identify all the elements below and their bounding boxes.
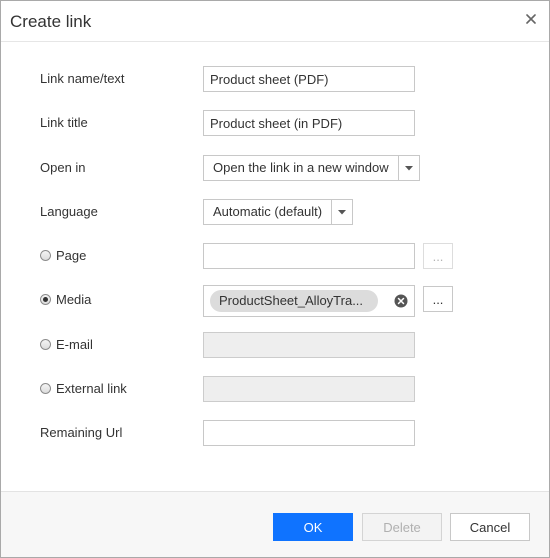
delete-button[interactable]: Delete <box>362 513 442 541</box>
remaining-url-input[interactable] <box>203 420 415 446</box>
row-language: Language Automatic (default) <box>1 199 549 227</box>
page-radio[interactable] <box>40 250 51 261</box>
media-chip[interactable]: ProductSheet_AlloyTra... <box>210 290 378 312</box>
open-in-selected: Open the link in a new window <box>213 160 389 175</box>
page-radio-option[interactable]: Page <box>40 248 86 263</box>
media-radio-option[interactable]: Media <box>40 292 91 307</box>
language-select[interactable]: Automatic (default) <box>203 199 354 225</box>
caret-down-icon <box>338 209 347 214</box>
dialog-title: Create link <box>10 12 92 31</box>
row-external-link: External link <box>1 376 549 404</box>
row-link-title: Link title <box>1 110 549 138</box>
media-remove-button[interactable] <box>394 294 408 308</box>
external-link-radio-option[interactable]: External link <box>40 381 127 396</box>
language-label: Language <box>40 204 98 219</box>
media-browse-button[interactable]: ... <box>423 286 453 312</box>
close-button[interactable] <box>523 11 539 27</box>
remaining-url-label: Remaining Url <box>40 425 123 440</box>
email-radio-option[interactable]: E-mail <box>40 337 93 352</box>
row-link-name: Link name/text <box>1 66 549 94</box>
media-label: Media <box>56 292 92 307</box>
dialog-body: Link name/text Link title Open in Open t… <box>1 43 549 491</box>
email-radio[interactable] <box>40 339 51 350</box>
link-title-input[interactable] <box>203 110 415 136</box>
page-browse-button[interactable]: ... <box>423 243 453 269</box>
external-link-radio[interactable] <box>40 383 51 394</box>
email-label: E-mail <box>56 337 93 352</box>
remove-circle-icon <box>394 294 408 308</box>
row-remaining-url: Remaining Url <box>1 420 549 448</box>
row-email: E-mail <box>1 332 549 360</box>
page-input[interactable] <box>203 243 415 269</box>
page-label: Page <box>56 248 87 263</box>
cancel-button[interactable]: Cancel <box>450 513 530 541</box>
close-icon <box>526 14 536 24</box>
row-media: Media ProductSheet_AlloyTra... ... <box>1 285 549 317</box>
media-radio[interactable] <box>40 294 51 305</box>
email-input[interactable] <box>203 332 415 358</box>
open-in-label: Open in <box>40 160 86 175</box>
row-open-in: Open in Open the link in a new window <box>1 155 549 183</box>
language-selected: Automatic (default) <box>213 204 323 219</box>
open-in-select[interactable]: Open the link in a new window <box>203 155 420 181</box>
link-name-label: Link name/text <box>40 71 125 86</box>
open-in-dropdown-toggle[interactable] <box>397 156 419 180</box>
ok-button[interactable]: OK <box>273 513 353 541</box>
external-link-label: External link <box>56 381 127 396</box>
dialog-titlebar: Create link <box>1 1 549 42</box>
language-dropdown-toggle[interactable] <box>331 200 352 224</box>
media-field[interactable]: ProductSheet_AlloyTra... <box>203 285 415 317</box>
row-page: Page ... <box>1 243 549 271</box>
dialog-footer: OK Delete Cancel <box>1 491 549 557</box>
caret-down-icon <box>404 165 413 170</box>
external-link-input[interactable] <box>203 376 415 402</box>
link-title-label: Link title <box>40 115 88 130</box>
create-link-dialog: Create link Link name/text Link title Op… <box>0 0 550 558</box>
link-name-input[interactable] <box>203 66 415 92</box>
